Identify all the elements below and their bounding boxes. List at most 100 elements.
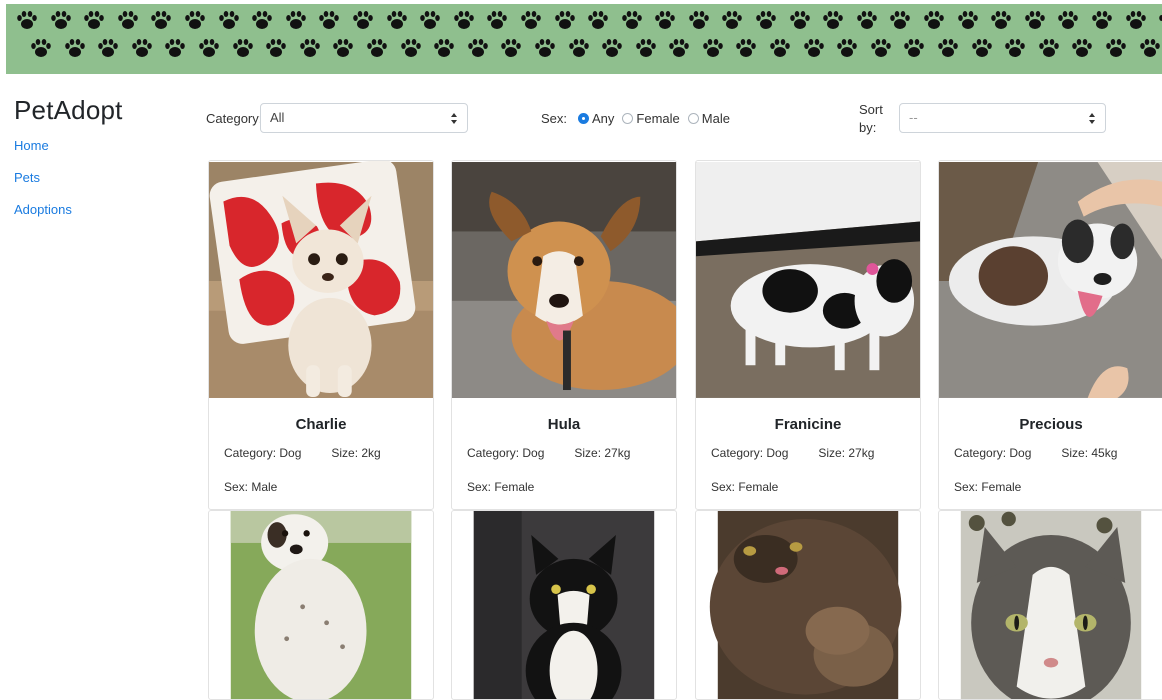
pet-card[interactable]	[938, 510, 1162, 700]
nav-pets-link[interactable]: Pets	[14, 170, 72, 202]
pet-name: Franicine	[774, 416, 842, 433]
paw-icon	[635, 39, 656, 57]
paw-icon	[890, 11, 911, 29]
paw-icon	[131, 39, 152, 57]
pet-size: Size: 27kg	[818, 446, 875, 460]
sort-select[interactable]: --	[899, 103, 1106, 133]
pet-name: Precious	[1019, 416, 1083, 433]
paw-icon	[857, 11, 877, 29]
paw-icon	[400, 39, 421, 57]
pet-card[interactable]	[695, 510, 921, 700]
paw-icon	[353, 11, 373, 29]
pet-card[interactable]: Hula Category: Dog Size: 27kg Sex: Femal…	[451, 160, 677, 510]
paw-icon	[1139, 39, 1160, 57]
paw-icon	[1159, 15, 1162, 21]
paw-icon	[386, 11, 407, 29]
paw-icon	[333, 39, 354, 57]
paw-icon	[467, 39, 488, 57]
paw-icon	[957, 11, 978, 29]
paw-icon	[165, 39, 186, 57]
category-select[interactable]: All	[260, 103, 468, 133]
paw-icon	[823, 11, 844, 29]
paw-banner	[6, 4, 1162, 74]
paw-icon	[535, 39, 555, 57]
paw-icon	[487, 11, 508, 29]
nav-home-link[interactable]: Home	[14, 138, 72, 170]
paw-icon	[924, 11, 944, 29]
pet-card[interactable]	[208, 510, 434, 700]
paw-icon	[803, 39, 824, 57]
paw-icon	[756, 11, 776, 29]
paw-icon	[453, 11, 474, 29]
paw-icon	[1025, 11, 1045, 29]
pet-card[interactable]: Franicine Category: Dog Size: 27kg Sex: …	[695, 160, 921, 510]
paw-icon	[151, 11, 172, 29]
paw-icon	[904, 39, 925, 57]
radio-checked-icon	[578, 113, 589, 124]
pet-card[interactable]: Charlie Category: Dog Size: 2kg Sex: Mal…	[208, 160, 434, 510]
paw-icon	[1106, 39, 1126, 57]
paw-icon	[837, 39, 858, 57]
paw-icon	[84, 11, 104, 29]
paw-icon	[367, 39, 387, 57]
paw-icon	[1072, 39, 1093, 57]
paw-row	[30, 38, 1162, 58]
paw-icon	[971, 39, 992, 57]
paw-icon	[319, 11, 340, 29]
paw-icon	[521, 11, 541, 29]
paw-icon	[1125, 11, 1146, 29]
sex-radio-male-label: Male	[701, 111, 730, 126]
paw-icon	[722, 11, 743, 29]
pet-photo-tortoiseshell-cat	[709, 511, 902, 699]
pet-category: Category: Dog	[711, 446, 789, 460]
paw-icon	[185, 11, 205, 29]
sex-radio-female[interactable]: Female	[622, 111, 680, 126]
category-select-value: All	[270, 110, 285, 125]
pet-photo-grey-white-cat	[960, 511, 1142, 699]
paw-icon	[655, 11, 676, 29]
pet-size: Size: 27kg	[574, 446, 631, 460]
nav-adoptions-link[interactable]: Adoptions	[14, 202, 72, 234]
paw-row	[16, 10, 1162, 30]
radio-unchecked-icon	[622, 113, 634, 124]
pet-sex: Sex: Female	[954, 480, 1022, 494]
pet-size: Size: 2kg	[331, 446, 381, 460]
pet-photo-charlie	[209, 161, 433, 398]
sex-radio-any[interactable]: Any	[578, 111, 614, 126]
pet-sex: Sex: Female	[711, 480, 779, 494]
select-caret-icon	[1089, 113, 1096, 124]
paw-icon	[703, 39, 723, 57]
paw-icon	[789, 11, 810, 29]
pet-sex: Sex: Male	[224, 480, 278, 494]
sidebar-nav: Home Pets Adoptions	[14, 138, 72, 234]
paw-icon	[554, 11, 575, 29]
pet-photo-spotted-dog	[230, 511, 412, 699]
pet-name: Charlie	[295, 416, 347, 433]
pet-size: Size: 45kg	[1061, 446, 1118, 460]
paw-icon	[50, 11, 71, 29]
sex-radio-any-label: Any	[592, 111, 615, 126]
category-label: Category:	[206, 111, 263, 126]
paw-icon	[299, 39, 320, 57]
paw-icon	[1092, 11, 1112, 29]
paw-icon	[252, 11, 272, 29]
paw-icon	[689, 11, 709, 29]
paw-icon	[218, 11, 239, 29]
paw-icon	[1005, 39, 1026, 57]
radio-unchecked-icon	[687, 113, 699, 124]
paw-icon	[770, 39, 790, 57]
pet-photo-franicine	[696, 162, 920, 398]
paw-icon	[669, 39, 690, 57]
pet-card[interactable]: Precious Category: Dog Size: 45kg Sex: F…	[938, 160, 1162, 510]
sex-radio-male[interactable]: Male	[687, 111, 730, 126]
paw-icon	[621, 11, 642, 29]
paw-icon	[588, 11, 608, 29]
sort-select-value: --	[909, 110, 918, 125]
paw-icon	[199, 39, 219, 57]
paw-icon	[1058, 11, 1079, 29]
paw-icon	[64, 39, 85, 57]
pet-card[interactable]	[451, 510, 677, 700]
paw-icon	[736, 39, 757, 57]
sex-label: Sex:	[541, 111, 568, 126]
paw-icon	[98, 39, 118, 57]
